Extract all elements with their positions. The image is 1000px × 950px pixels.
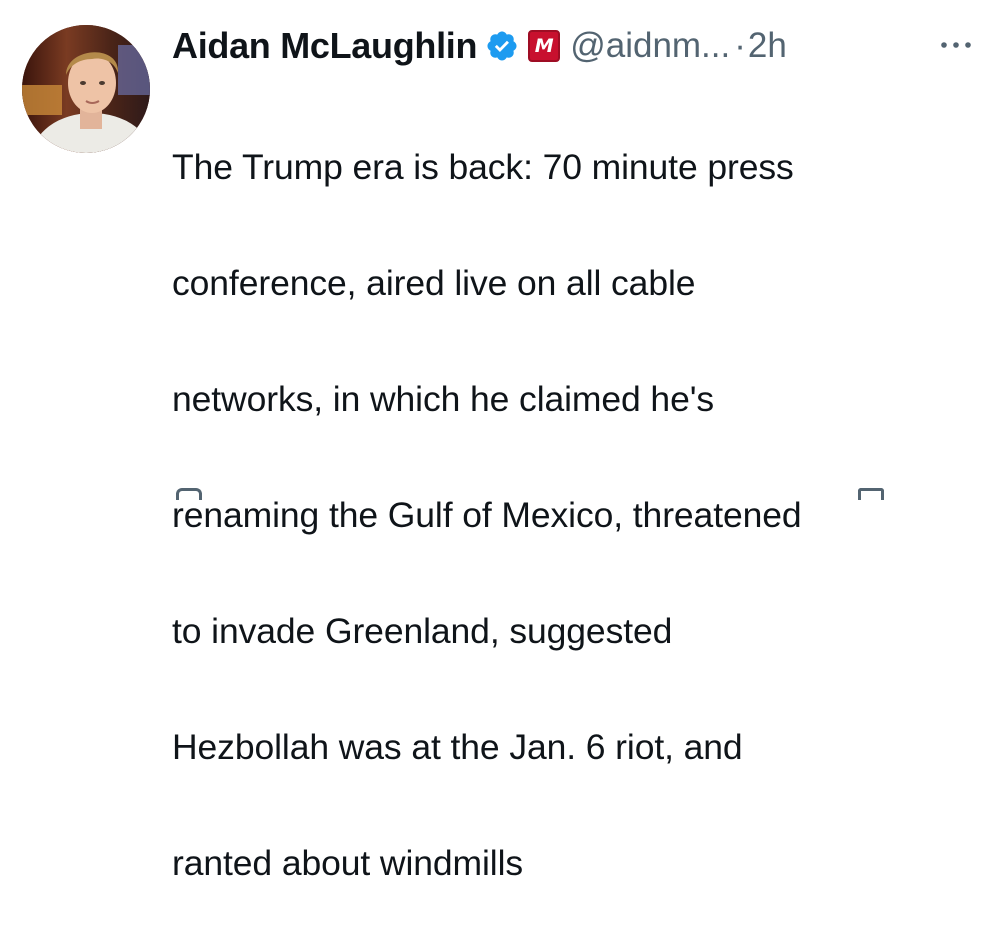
affiliation-badge[interactable]: M bbox=[528, 30, 561, 62]
timestamp[interactable]: 2h bbox=[748, 26, 787, 66]
share-icon[interactable] bbox=[858, 488, 884, 500]
tweet-text-line: to invade Greenland, suggested bbox=[172, 611, 673, 651]
avatar-photo bbox=[22, 25, 150, 153]
verified-badge-icon[interactable] bbox=[485, 29, 519, 63]
tweet-header: Aidan McLaughlin M @aidnm... · 2h bbox=[172, 20, 787, 72]
tweet-text-line: ranted about windmills bbox=[172, 843, 524, 883]
tweet-text: The Trump era is back: 70 minute press c… bbox=[172, 80, 984, 950]
separator-dot: · bbox=[734, 26, 746, 65]
avatar[interactable] bbox=[22, 25, 150, 153]
user-handle[interactable]: @aidnm... bbox=[570, 26, 730, 66]
tweet-text-line: networks, in which he claimed he's bbox=[172, 379, 715, 419]
reply-icon[interactable] bbox=[176, 488, 202, 500]
more-options-icon[interactable] bbox=[936, 30, 976, 60]
tweet[interactable]: Aidan McLaughlin M @aidnm... · 2h The Tr… bbox=[0, 0, 1000, 883]
tweet-text-line: The Trump era is back: 70 minute press bbox=[172, 147, 794, 187]
display-name[interactable]: Aidan McLaughlin bbox=[172, 25, 478, 67]
affiliation-badge-label: M bbox=[534, 34, 554, 57]
tweet-text-line: conference, aired live on all cable bbox=[172, 263, 696, 303]
tweet-text-line: Hezbollah was at the Jan. 6 riot, and bbox=[172, 727, 743, 767]
